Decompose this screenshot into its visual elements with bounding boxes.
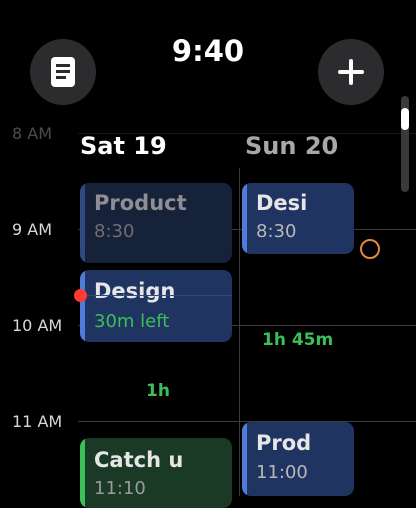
day-header-sun[interactable]: Sun 20 (245, 132, 338, 160)
hour-label-10am: 10 AM (12, 316, 63, 335)
plus-icon (338, 59, 364, 85)
event-design-sat[interactable]: Design 30m left (80, 270, 232, 342)
add-event-button[interactable] (318, 39, 384, 105)
event-title: Design (94, 279, 176, 303)
event-title: Catch u (94, 448, 184, 472)
hour-label-11am: 11 AM (12, 412, 63, 431)
event-catchup-sat[interactable]: Catch u 11:10 (80, 438, 232, 508)
event-title: Prod (256, 431, 312, 455)
current-time-indicator (74, 289, 87, 302)
event-time: 8:30 (94, 221, 135, 242)
event-product-sun[interactable]: Prod 11:00 (242, 422, 354, 496)
hour-label-9am: 9 AM (12, 220, 53, 239)
day-divider (239, 168, 240, 496)
event-time-left: 30m left (94, 311, 170, 332)
event-title: Product (94, 191, 187, 215)
event-time: 8:30 (256, 221, 297, 242)
current-time-line (87, 295, 232, 296)
event-title: Desi (256, 191, 308, 215)
hour-label-8am: 8 AM (12, 124, 53, 143)
free-time-gap-sat: 1h (146, 381, 170, 401)
event-time: 11:00 (256, 462, 308, 483)
event-design-sun[interactable]: Desi 8:30 (242, 183, 354, 254)
ring-indicator-icon (360, 239, 380, 259)
event-product-sat[interactable]: Product 8:30 (80, 183, 232, 263)
day-header-sat[interactable]: Sat 19 (80, 132, 167, 160)
scroll-thumb[interactable] (401, 108, 409, 130)
free-time-gap-sun: 1h 45m (262, 330, 334, 350)
